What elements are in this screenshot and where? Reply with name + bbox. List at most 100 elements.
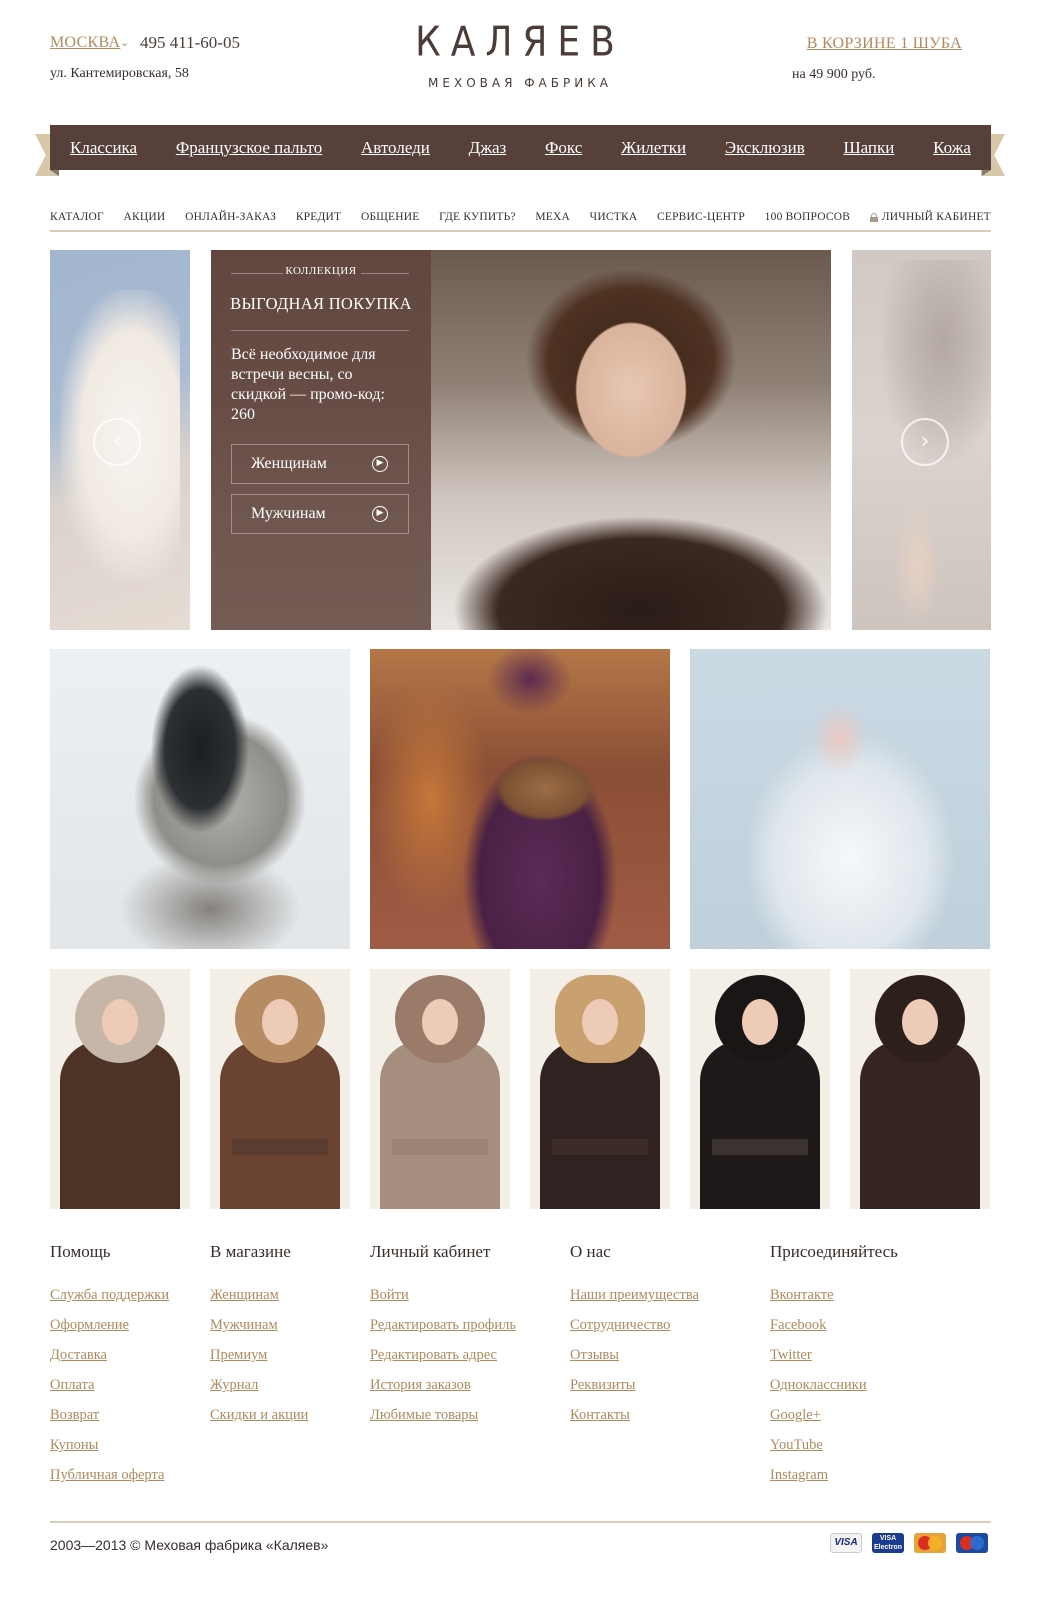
footer-link[interactable]: Публичная оферта (50, 1465, 169, 1485)
store-address: ул. Кантемировская, 58 (50, 66, 189, 81)
subnav-divider (50, 230, 991, 232)
footer-link[interactable]: Twitter (770, 1345, 898, 1365)
menu-item-leather[interactable]: Кожа (933, 138, 971, 158)
logo[interactable]: КАЛЯЕВ МЕХОВАЯ ФАБРИКА (410, 18, 630, 96)
footer-col-about: О нас Наши преимущества Сотрудничество О… (570, 1242, 699, 1435)
cart-total: на 49 900 руб. (792, 67, 876, 82)
footer-link[interactable]: Сотрудничество (570, 1315, 699, 1335)
menu-item-fox[interactable]: Фокс (545, 138, 582, 158)
menu-item-jazz[interactable]: Джаз (469, 138, 507, 158)
footer-link[interactable]: Редактировать профиль (370, 1315, 516, 1335)
footer-heading: Присоединяйтесь (770, 1242, 898, 1261)
circle-arrow-icon: ▶ (372, 456, 388, 472)
product-card[interactable] (850, 969, 990, 1209)
footer-link[interactable]: Служба поддержки (50, 1285, 169, 1305)
slider-next-button[interactable]: › (901, 418, 949, 466)
footer-link[interactable]: YouTube (770, 1435, 898, 1455)
menu-item-classic[interactable]: Классика (70, 138, 137, 158)
footer-col-help: Помощь Служба поддержки Оформление Доста… (50, 1242, 169, 1495)
collection-tile-autumn[interactable] (370, 649, 670, 949)
visa-icon: VISA (830, 1533, 862, 1553)
promo-collection-label: КОЛЛЕКЦИЯ (285, 265, 357, 277)
collection-tile-vest[interactable] (50, 649, 350, 949)
subnav-promotions[interactable]: АКЦИИ (124, 211, 166, 223)
subnav-100-questions[interactable]: 100 ВОПРОСОВ (765, 211, 850, 223)
footer-link[interactable]: Доставка (50, 1345, 169, 1365)
product-card[interactable] (690, 969, 830, 1209)
footer-link[interactable]: Вконтакте (770, 1285, 898, 1305)
site-header: МОСКВА ⌄ 495 411-60-05 ул. Кантемировска… (0, 0, 1040, 110)
footer-link[interactable]: История заказов (370, 1375, 516, 1395)
subnav-catalog[interactable]: КАТАЛОГ (50, 211, 104, 223)
women-button[interactable]: Женщинам ▶ (231, 444, 409, 484)
logo-wordmark: КАЛЯЕВ (415, 18, 625, 67)
footer-link[interactable]: Журнал (210, 1375, 308, 1395)
footer-link[interactable]: Мужчинам (210, 1315, 308, 1335)
logo-subtitle: МЕХОВАЯ ФАБРИКА (428, 76, 612, 90)
menu-item-autolady[interactable]: Автоледи (361, 138, 430, 158)
chevron-down-icon[interactable]: ⌄ (120, 36, 129, 49)
account-link[interactable]: ЛИЧНЫЙ КАБИНЕТ (869, 211, 991, 223)
footer-link[interactable]: Любимые товары (370, 1405, 516, 1425)
city-selector[interactable]: МОСКВА (50, 34, 120, 52)
phone-number: 495 411-60-05 (140, 33, 240, 52)
maestro-icon (956, 1533, 988, 1553)
subnav-furs[interactable]: МЕХА (535, 211, 570, 223)
footer-link[interactable]: Наши преимущества (570, 1285, 699, 1305)
hero-photo (431, 250, 831, 630)
collection-tile-white[interactable] (690, 649, 990, 949)
subnav-service-center[interactable]: СЕРВИС-ЦЕНТР (657, 211, 745, 223)
subnav-cleaning[interactable]: ЧИСТКА (590, 211, 638, 223)
product-card[interactable] (50, 969, 190, 1209)
footer-link[interactable]: Скидки и акции (210, 1405, 308, 1425)
lock-icon (869, 212, 878, 222)
product-card[interactable] (530, 969, 670, 1209)
footer-link[interactable]: Контакты (570, 1405, 699, 1425)
footer-link[interactable]: Войти (370, 1285, 516, 1305)
footer-divider (50, 1521, 991, 1523)
footer-link[interactable]: Купоны (50, 1435, 169, 1455)
footer-heading: В магазине (210, 1242, 291, 1261)
menu-item-exclusive[interactable]: Эксклюзив (725, 138, 805, 158)
product-card[interactable] (370, 969, 510, 1209)
copyright: 2003—2013 © Меховая фабрика «Каляев» (50, 1537, 329, 1553)
footer-heading: О нас (570, 1242, 611, 1261)
menu-item-french-coat[interactable]: Французское пальто (176, 138, 322, 158)
mastercard-icon (914, 1533, 946, 1553)
footer-link[interactable]: Одноклассники (770, 1375, 898, 1395)
men-button[interactable]: Мужчинам ▶ (231, 494, 409, 534)
secondary-nav: КАТАЛОГ АКЦИИ ОНЛАЙН-ЗАКАЗ КРЕДИТ ОБЩЕНИ… (50, 206, 991, 228)
footer-heading: Помощь (50, 1242, 111, 1261)
footer-link[interactable]: Отзывы (570, 1345, 699, 1365)
footer-link[interactable]: Реквизиты (570, 1375, 699, 1395)
promo-text: Всё необходимое для встречи весны, со ск… (231, 346, 385, 423)
footer-link[interactable]: Instagram (770, 1465, 898, 1485)
footer-link[interactable]: Редактировать адрес (370, 1345, 516, 1365)
footer-link[interactable]: Возврат (50, 1405, 169, 1425)
menu-item-hats[interactable]: Шапки (843, 138, 894, 158)
footer-link[interactable]: Премиум (210, 1345, 308, 1365)
footer-link[interactable]: Женщинам (210, 1285, 308, 1305)
subnav-online-order[interactable]: ОНЛАЙН-ЗАКАЗ (185, 211, 276, 223)
circle-arrow-icon: ▶ (372, 506, 388, 522)
footer-heading: Личный кабинет (370, 1242, 491, 1261)
menu-item-vests[interactable]: Жилетки (621, 138, 686, 158)
promo-title: ВЫГОДНАЯ ПОКУПКА (230, 294, 412, 313)
footer-col-social: Присоединяйтесь Вконтакте Facebook Twitt… (770, 1242, 898, 1495)
footer-col-account: Личный кабинет Войти Редактировать профи… (370, 1242, 516, 1435)
subnav-where-to-buy[interactable]: ГДЕ КУПИТЬ? (439, 211, 516, 223)
footer-link[interactable]: Google+ (770, 1405, 898, 1425)
product-card[interactable] (210, 969, 350, 1209)
slider-prev-button[interactable]: ‹ (93, 418, 141, 466)
promo-separator (231, 330, 409, 331)
account-label: ЛИЧНЫЙ КАБИНЕТ (881, 211, 991, 223)
subnav-community[interactable]: ОБЩЕНИЕ (361, 211, 420, 223)
women-button-label: Женщинам (251, 455, 327, 472)
footer-link[interactable]: Оформление (50, 1315, 169, 1335)
cart-link[interactable]: В КОРЗИНЕ 1 ШУБА (807, 35, 962, 53)
subnav-credit[interactable]: КРЕДИТ (296, 211, 341, 223)
men-button-label: Мужчинам (251, 505, 326, 522)
main-menu: Классика Французское пальто Автоледи Джа… (50, 125, 991, 170)
footer-link[interactable]: Оплата (50, 1375, 169, 1395)
footer-link[interactable]: Facebook (770, 1315, 898, 1335)
